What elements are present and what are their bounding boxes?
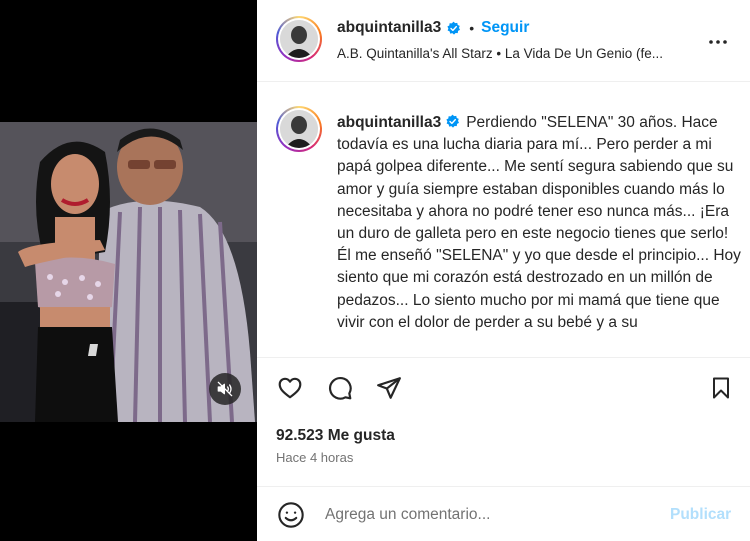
post-detail-panel: abquintanilla3 • Seguir A.B. Quintanilla… — [257, 0, 750, 541]
publish-button[interactable]: Publicar — [670, 506, 731, 524]
post-header: abquintanilla3 • Seguir A.B. Quintanilla… — [257, 0, 750, 82]
username[interactable]: abquintanilla3 — [337, 19, 441, 37]
caption-text: Perdiendo "SELENA" 30 años. Hace todavía… — [337, 114, 741, 331]
likes-count[interactable]: 92.523 Me gusta — [276, 427, 395, 445]
comment-bar: Publicar — [257, 486, 750, 541]
comment-input[interactable] — [325, 501, 655, 529]
post-timestamp[interactable]: Hace 4 horas — [276, 450, 353, 465]
avatar[interactable] — [276, 16, 322, 62]
audio-track-link[interactable]: A.B. Quintanilla's All Starz • La Vida D… — [337, 46, 663, 61]
heart-icon[interactable] — [276, 374, 304, 402]
audio-muted-icon[interactable] — [209, 373, 241, 405]
verified-badge-icon — [446, 114, 460, 128]
send-icon[interactable] — [375, 374, 403, 402]
more-options-icon[interactable] — [706, 30, 730, 54]
bookmark-icon[interactable] — [707, 374, 735, 402]
caption-area: abquintanilla3 Perdiendo "SELENA" 30 año… — [257, 82, 750, 357]
comment-icon[interactable] — [326, 374, 354, 402]
caption-avatar[interactable] — [276, 106, 322, 152]
separator-dot: • — [469, 20, 475, 36]
action-bar — [257, 357, 750, 419]
verified-badge-icon — [447, 21, 461, 35]
caption-username[interactable]: abquintanilla3 — [337, 114, 441, 131]
follow-button[interactable]: Seguir — [481, 19, 529, 37]
post-media — [0, 0, 257, 541]
post-caption: abquintanilla3 Perdiendo "SELENA" 30 año… — [337, 112, 742, 334]
header-user-row: abquintanilla3 • Seguir — [337, 19, 529, 37]
emoji-icon[interactable] — [277, 501, 305, 529]
